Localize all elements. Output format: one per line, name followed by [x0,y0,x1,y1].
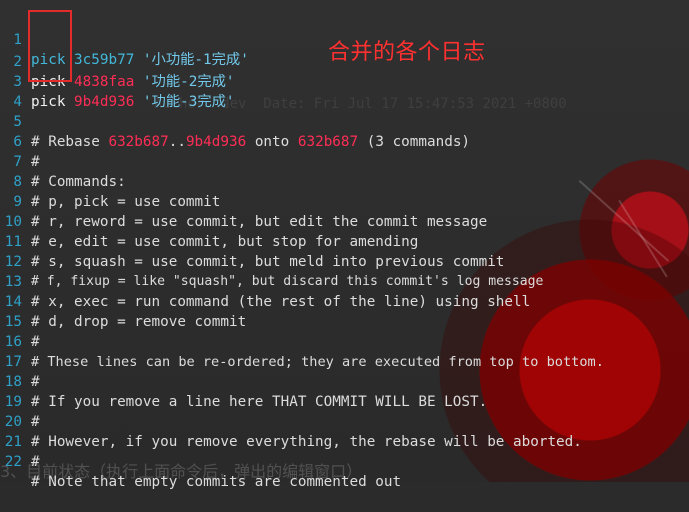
line-21[interactable]: 21 # [0,412,689,470]
line-7[interactable]: 7 # Commands: [0,132,689,190]
line-16[interactable]: 16 # These lines can be re-ordered; they… [0,312,689,370]
line-5[interactable]: 5 # Rebase 632b687..9b4d936 onto 632b687… [0,92,689,150]
line-1[interactable]: 1 pick 3c59b77 '小功能-1完成' [0,10,689,68]
pick-highlight-box [28,10,72,82]
merged-logs-annotation: 合并的各个日志 [328,40,486,65]
line-10[interactable]: 10 # e, edit = use commit, but stop for … [0,192,689,250]
line-6[interactable]: 6 # [0,112,689,170]
line-8[interactable]: 8 # p, pick = use commit [0,152,689,210]
line-20[interactable]: 20 # However, if you remove everything, … [0,392,689,450]
line-9[interactable]: 9 # r, reword = use commit, but edit the… [0,172,689,230]
line-18[interactable]: 18 # If you remove a line here THAT COMM… [0,352,689,410]
line-19[interactable]: 19 # [0,372,689,430]
line-14[interactable]: 14 # d, drop = remove commit [0,272,689,330]
line-12[interactable]: 12 # f, fixup = like "squash", but disca… [0,232,689,289]
line-11[interactable]: 11 # s, squash = use commit, but meld in… [0,212,689,270]
line-22[interactable]: 22 # Note that empty commits are comment… [0,432,689,490]
line-17[interactable]: 17 # [0,332,689,390]
editor-window[interactable]: Author: dev Date: Fri Jul 17 15:47:53 20… [0,0,689,490]
line-13[interactable]: 13 # x, exec = run command (the rest of … [0,252,689,310]
line-4[interactable]: 4 [0,72,689,110]
bottom-faint-caption: 3、目前状态（执行上面命令后，弹出的编辑窗口） [0,462,363,481]
line-15[interactable]: 15 # [0,292,689,350]
